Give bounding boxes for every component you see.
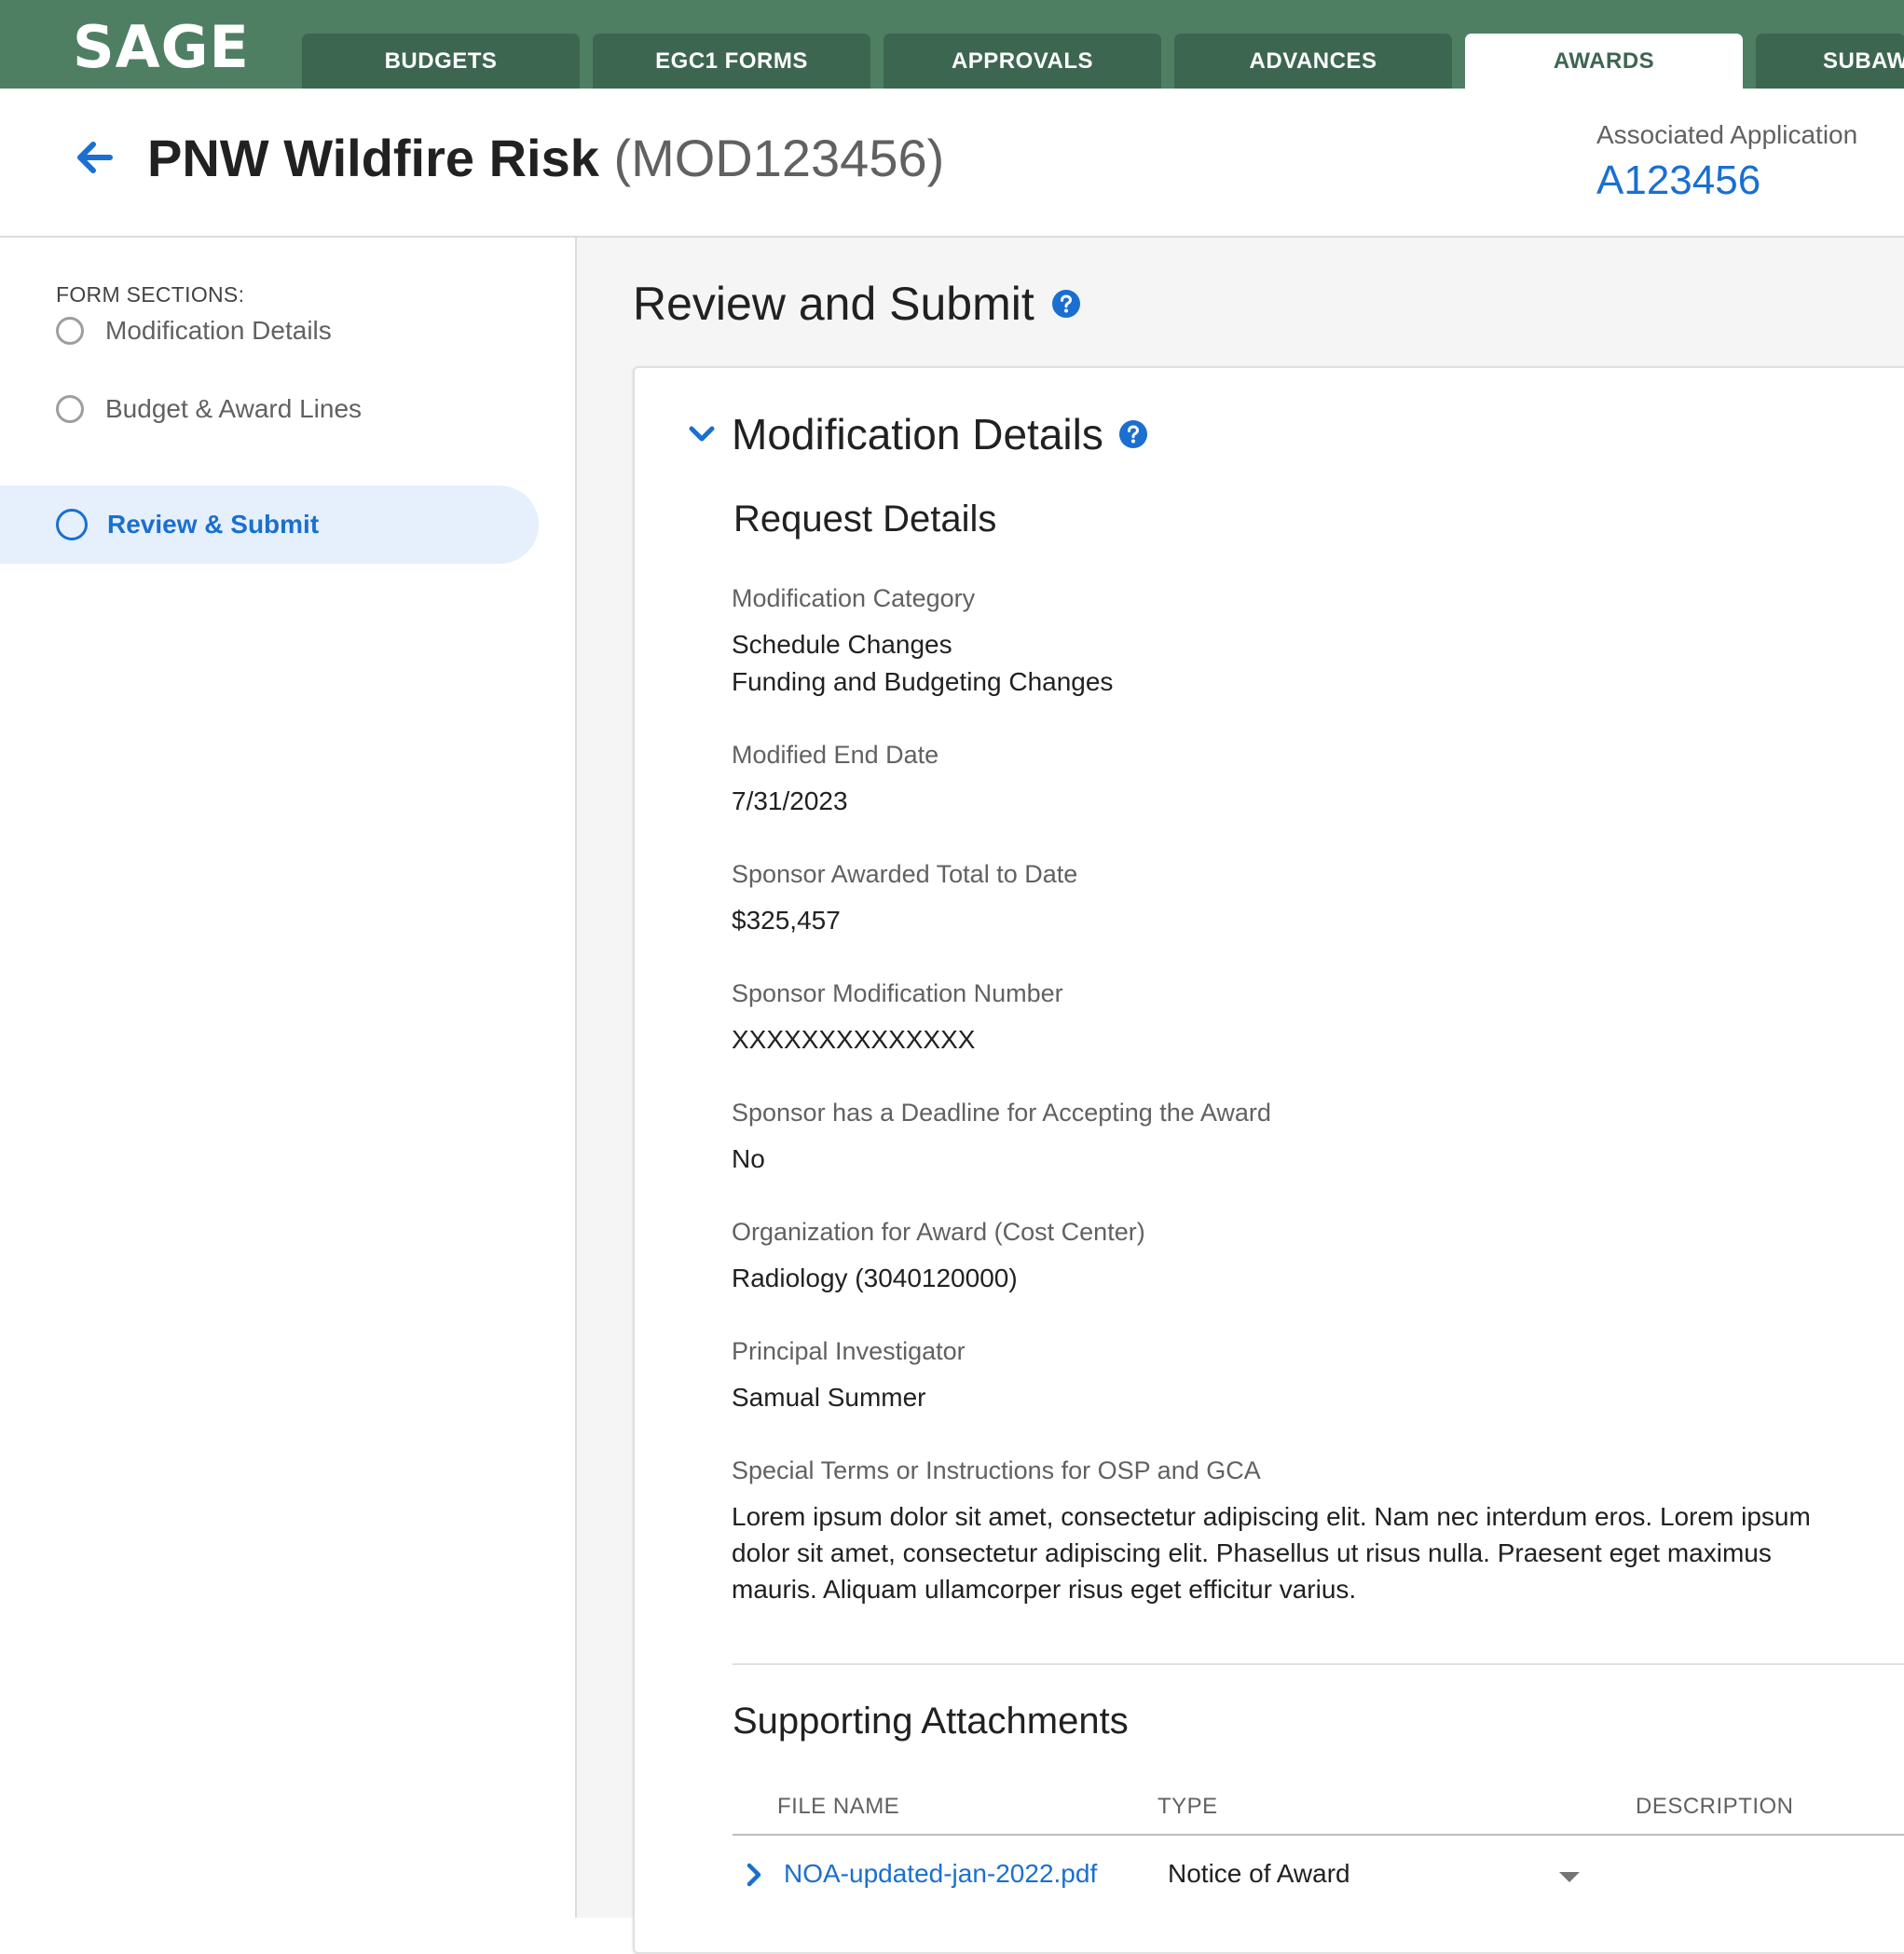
form-sections-sidebar: FORM SECTIONS: Modification Details Budg…	[0, 238, 577, 1918]
modification-id: (MOD123456)	[613, 129, 945, 187]
attachment-type-select[interactable]: Notice of Award	[1168, 1859, 1580, 1889]
modification-details-title: Modification Details	[732, 410, 1103, 458]
field-principal-investigator: Principal Investigator Samual Summer	[732, 1337, 1887, 1416]
field-value: Schedule Changes Funding and Budgeting C…	[732, 626, 1887, 701]
sidebar-item-label: Budget & Award Lines	[105, 394, 363, 423]
modification-details-header[interactable]: Modification Details	[687, 409, 1148, 459]
field-sponsor-awarded-total: Sponsor Awarded Total to Date $325,457	[732, 860, 1887, 939]
column-header-file-name[interactable]: FILE NAME	[777, 1794, 899, 1820]
field-modified-end-date: Modified End Date 7/31/2023	[732, 741, 1887, 820]
circle-outline-icon	[56, 509, 88, 540]
top-nav-bar: SAGE BUDGETS EGC1 FORMS APPROVALS ADVANC…	[0, 0, 1904, 89]
circle-outline-icon	[56, 317, 84, 345]
associated-application: Associated Application A123456	[1596, 120, 1857, 204]
sidebar-item-modification-details[interactable]: Modification Details	[0, 292, 539, 370]
field-value: No	[732, 1144, 765, 1173]
caret-down-icon	[1559, 1872, 1580, 1882]
app-logo[interactable]: SAGE	[73, 13, 250, 81]
field-sponsor-deadline: Sponsor has a Deadline for Accepting the…	[732, 1099, 1887, 1178]
tab-approvals[interactable]: APPROVALS	[884, 34, 1161, 89]
field-label: Special Terms or Instructions for OSP an…	[732, 1456, 1261, 1484]
table-header-divider	[733, 1834, 1904, 1836]
review-submit-title: Review and Submit	[633, 278, 1034, 330]
field-label: Modification Category	[732, 584, 976, 612]
field-value: Lorem ipsum dolor sit amet, consectetur …	[732, 1502, 1811, 1604]
column-header-type[interactable]: TYPE	[1157, 1794, 1218, 1820]
field-label: Organization for Award (Cost Center)	[732, 1218, 1145, 1246]
section-page-title: Review and Submit	[633, 277, 1081, 331]
section-divider	[733, 1663, 1904, 1665]
page-title: PNW Wildfire Risk (MOD123456)	[147, 128, 944, 188]
tab-egc1-forms[interactable]: EGC1 FORMS	[593, 34, 870, 89]
category-value-1: Schedule Changes	[732, 630, 952, 659]
tab-subawards[interactable]: SUBAW	[1756, 34, 1904, 89]
field-special-terms: Special Terms or Instructions for OSP an…	[732, 1456, 1850, 1607]
column-header-description[interactable]: DESCRIPTION	[1636, 1794, 1794, 1820]
main-content: Review and Submit Modification Details R…	[577, 238, 1904, 1954]
attachment-file-link[interactable]: NOA-updated-jan-2022.pdf	[784, 1859, 1097, 1889]
tab-advances[interactable]: ADVANCES	[1174, 34, 1452, 89]
page-header: PNW Wildfire Risk (MOD123456) Associated…	[0, 89, 1904, 238]
arrow-left-icon[interactable]	[73, 135, 117, 180]
supporting-attachments-heading: Supporting Attachments	[733, 1701, 1129, 1742]
field-label: Sponsor has a Deadline for Accepting the…	[732, 1099, 1271, 1127]
chevron-right-icon[interactable]	[740, 1861, 768, 1889]
sidebar-item-label: Modification Details	[105, 316, 332, 345]
field-label: Modified End Date	[732, 741, 939, 769]
nav-tabs: BUDGETS EGC1 FORMS APPROVALS ADVANCES AW…	[302, 34, 1904, 89]
sidebar-item-label: Review & Submit	[107, 510, 320, 539]
circle-outline-icon	[56, 395, 84, 423]
associated-application-link[interactable]: A123456	[1596, 157, 1857, 204]
chevron-down-icon[interactable]	[687, 419, 717, 449]
request-details-heading: Request Details	[733, 499, 997, 540]
sidebar-item-review-submit[interactable]: Review & Submit	[0, 485, 539, 564]
table-row: NOA-updated-jan-2022.pdf Notice of Award	[577, 1855, 1904, 1911]
attachment-type-value: Notice of Award	[1168, 1859, 1350, 1888]
field-label: Principal Investigator	[732, 1337, 966, 1365]
tab-budgets[interactable]: BUDGETS	[302, 34, 580, 89]
field-label: Sponsor Awarded Total to Date	[732, 860, 1078, 888]
field-value: XXXXXXXXXXXXXX	[732, 1025, 976, 1054]
question-circle-icon[interactable]	[1118, 419, 1148, 449]
tab-awards[interactable]: AWARDS	[1465, 34, 1743, 89]
field-label: Sponsor Modification Number	[732, 979, 1063, 1007]
associated-application-label: Associated Application	[1596, 120, 1858, 149]
category-value-2: Funding and Budgeting Changes	[732, 667, 1114, 696]
question-circle-icon[interactable]	[1051, 289, 1081, 319]
sidebar-item-budget-award-lines[interactable]: Budget & Award Lines	[0, 370, 539, 448]
field-value: 7/31/2023	[732, 786, 848, 815]
field-sponsor-modification-number: Sponsor Modification Number XXXXXXXXXXXX…	[732, 979, 1887, 1059]
field-organization: Organization for Award (Cost Center) Rad…	[732, 1218, 1887, 1297]
project-name: PNW Wildfire Risk	[147, 129, 599, 187]
field-value: Radiology (3040120000)	[732, 1264, 1018, 1292]
attachments-table-header: FILE NAME TYPE DESCRIPTION	[577, 1794, 1904, 1831]
field-value: $325,457	[732, 906, 841, 935]
field-value: Samual Summer	[732, 1383, 926, 1412]
field-modification-category: Modification Category Schedule Changes F…	[732, 584, 1887, 701]
